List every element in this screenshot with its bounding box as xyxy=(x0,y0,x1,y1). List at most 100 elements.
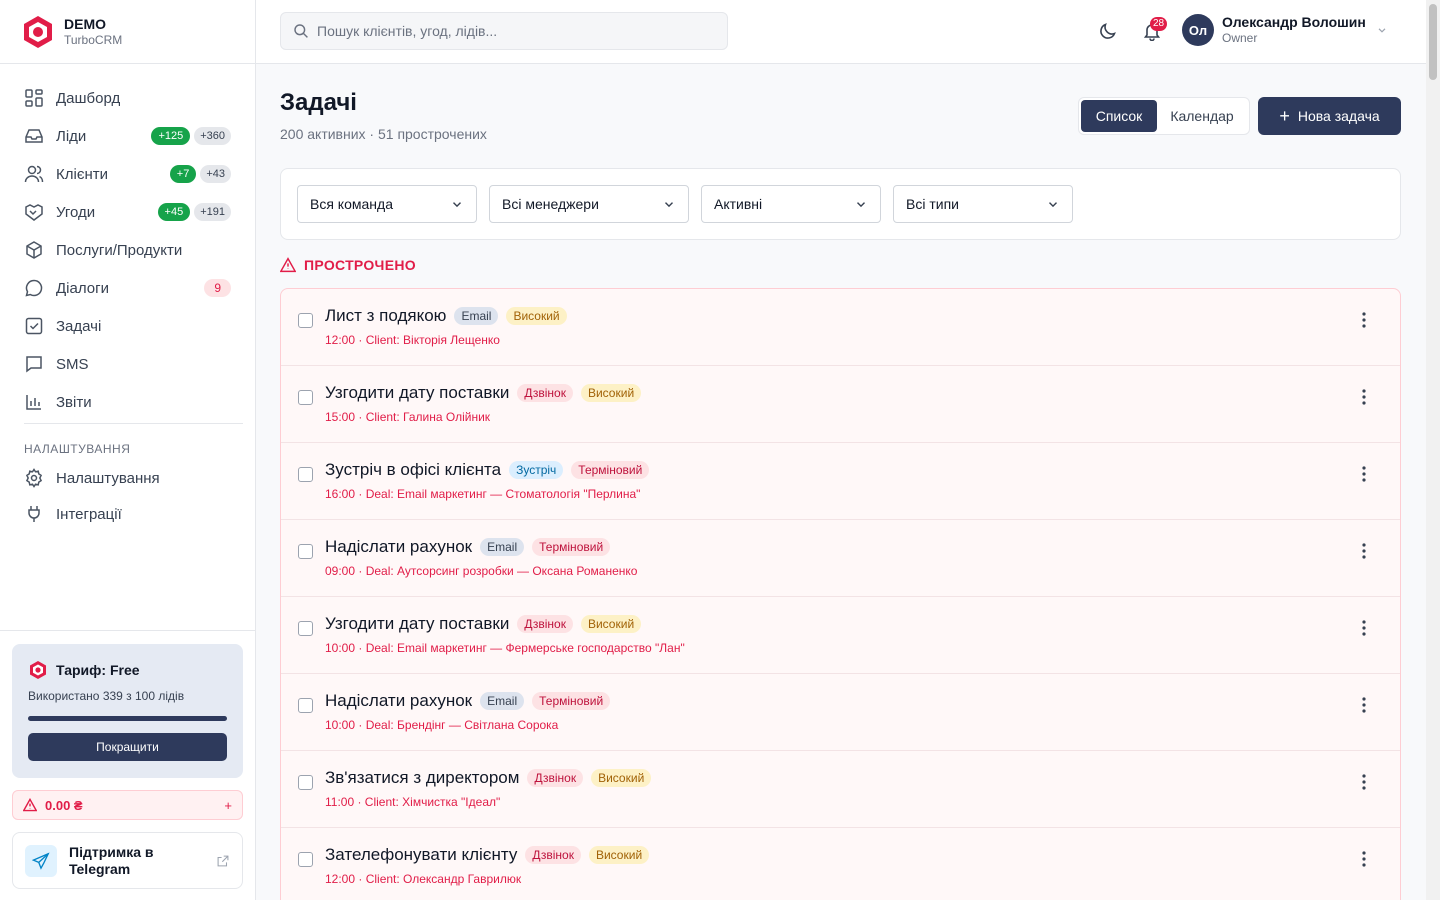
nav-item-sms[interactable]: SMS xyxy=(0,345,255,383)
task-checkbox[interactable] xyxy=(298,698,313,713)
task-checkbox[interactable] xyxy=(298,775,313,790)
status-filter-select[interactable]: Активні xyxy=(701,185,881,223)
page-scrollbar[interactable] xyxy=(1426,0,1440,900)
nav-label: Діалоги xyxy=(56,279,109,297)
dashboard-icon xyxy=(24,88,44,108)
page-subtitle: 200 активних · 51 прострочених xyxy=(280,126,487,142)
task-priority-badge: Високий xyxy=(591,769,652,787)
task-row[interactable]: Надіслати рахунок Email Терміновий 09:00… xyxy=(281,520,1400,597)
more-options-icon[interactable] xyxy=(1361,773,1367,791)
task-row[interactable]: Зателефонувати клієнту Дзвінок Високий 1… xyxy=(281,828,1400,900)
more-options-icon[interactable] xyxy=(1361,850,1367,868)
list-view-button[interactable]: Список xyxy=(1081,100,1157,132)
task-row[interactable]: Зустріч в офісі клієнта Зустріч Термінов… xyxy=(281,443,1400,520)
task-checkbox[interactable] xyxy=(298,544,313,559)
task-title[interactable]: Узгодити дату поставки xyxy=(325,383,509,403)
more-options-icon[interactable] xyxy=(1361,465,1367,483)
task-meta: 10:00 · Deal: Email маркетинг — Фермерсь… xyxy=(325,641,685,655)
nav-item-integrations[interactable]: Інтеграції xyxy=(0,496,255,532)
task-checkbox[interactable] xyxy=(298,852,313,867)
brand[interactable]: DEMO TurboCRM xyxy=(0,0,255,64)
total-count-badge: +43 xyxy=(200,165,231,183)
task-checkbox[interactable] xyxy=(298,621,313,636)
task-checkbox[interactable] xyxy=(298,467,313,482)
search-input[interactable] xyxy=(317,23,697,39)
chevron-down-icon xyxy=(857,202,865,208)
task-title-row: Узгодити дату поставки Дзвінок Високий xyxy=(325,383,649,403)
telegram-icon xyxy=(25,844,57,877)
more-options-icon[interactable] xyxy=(1361,388,1367,406)
task-priority-badge: Терміновий xyxy=(571,461,650,479)
task-checkbox[interactable] xyxy=(298,313,313,328)
type-filter-select[interactable]: Всі типи xyxy=(893,185,1073,223)
balance-bar[interactable]: 0.00 ₴ + xyxy=(12,790,243,820)
more-options-icon[interactable] xyxy=(1361,619,1367,637)
new-count-badge: +125 xyxy=(151,127,191,145)
telegram-support-link[interactable]: Підтримка в Telegram xyxy=(12,832,243,889)
nav-label: Задачі xyxy=(56,317,102,335)
nav-item-deals[interactable]: Угоди +45 +191 xyxy=(0,193,255,231)
scrollbar-thumb[interactable] xyxy=(1429,4,1437,80)
task-checkbox[interactable] xyxy=(298,390,313,405)
more-options-icon[interactable] xyxy=(1361,542,1367,560)
task-row[interactable]: Узгодити дату поставки Дзвінок Високий 1… xyxy=(281,597,1400,674)
nav-item-dashboard[interactable]: Дашборд xyxy=(0,79,255,117)
chart-icon xyxy=(24,392,44,412)
task-priority-badge: Терміновий xyxy=(532,538,611,556)
manager-filter-select[interactable]: Всі менеджери xyxy=(489,185,689,223)
calendar-view-button[interactable]: Календар xyxy=(1157,100,1247,132)
task-title[interactable]: Зв'язатися з директором xyxy=(325,768,519,788)
more-options-icon[interactable] xyxy=(1361,311,1367,329)
type-filter-value: Всі типи xyxy=(906,196,959,212)
nav-item-clients[interactable]: Клієнти +7 +43 xyxy=(0,155,255,193)
plan-title: Тариф: Free xyxy=(56,662,140,678)
task-meta: 15:00 · Client: Галина Олійник xyxy=(325,410,491,424)
top-up-button[interactable]: + xyxy=(224,798,232,813)
task-title[interactable]: Надіслати рахунок xyxy=(325,691,472,711)
notifications-button[interactable]: 28 xyxy=(1142,17,1168,44)
task-title[interactable]: Зателефонувати клієнту xyxy=(325,845,517,865)
view-toggle: Список Календар xyxy=(1078,97,1250,135)
external-link-icon xyxy=(217,855,229,866)
task-title-row: Зустріч в офісі клієнта Зустріч Термінов… xyxy=(325,460,657,480)
check-square-icon xyxy=(24,316,44,336)
task-row[interactable]: Надіслати рахунок Email Терміновий 10:00… xyxy=(281,674,1400,751)
nav-section-title: НАЛАШТУВАННЯ xyxy=(24,442,131,456)
user-role: Owner xyxy=(1222,31,1258,45)
logo-icon xyxy=(24,15,52,48)
more-options-icon[interactable] xyxy=(1361,696,1367,714)
total-count-badge: +191 xyxy=(194,203,231,221)
dark-mode-toggle-icon[interactable] xyxy=(1098,21,1118,41)
task-title[interactable]: Надіслати рахунок xyxy=(325,537,472,557)
nav-item-products[interactable]: Послуги/Продукти xyxy=(0,231,255,269)
nav-item-settings[interactable]: Налаштування xyxy=(0,460,255,496)
task-title[interactable]: Узгодити дату поставки xyxy=(325,614,509,634)
manager-filter-value: Всі менеджери xyxy=(502,196,599,212)
upgrade-button[interactable]: Покращити xyxy=(28,733,227,761)
nav-label: Звіти xyxy=(56,393,92,411)
nav-item-reports[interactable]: Звіти xyxy=(0,383,255,421)
user-menu[interactable]: Ол Олександр Волошин Owner xyxy=(1182,14,1388,46)
gear-icon xyxy=(24,468,44,488)
task-priority-badge: Високий xyxy=(506,307,567,325)
nav-item-leads[interactable]: Ліди +125 +360 xyxy=(0,117,255,155)
task-row[interactable]: Лист з подякою Email Високий 12:00 · Cli… xyxy=(281,289,1400,366)
nav-item-tasks[interactable]: Задачі xyxy=(0,307,255,345)
task-row[interactable]: Зв'язатися з директором Дзвінок Високий … xyxy=(281,751,1400,828)
team-filter-select[interactable]: Вся команда xyxy=(297,185,477,223)
task-title[interactable]: Зустріч в офісі клієнта xyxy=(325,460,501,480)
topbar: 28 Ол Олександр Волошин Owner xyxy=(256,0,1426,64)
brand-name: DEMO xyxy=(64,15,106,32)
task-row[interactable]: Узгодити дату поставки Дзвінок Високий 1… xyxy=(281,366,1400,443)
sidebar-footer: Тариф: Free Використано 339 з 100 лідів … xyxy=(0,630,255,900)
nav-label: Інтеграції xyxy=(56,505,122,523)
new-count-badge: +7 xyxy=(169,165,197,183)
task-title[interactable]: Лист з подякою xyxy=(325,306,446,326)
task-meta: 10:00 · Deal: Брендінг — Світлана Сорока xyxy=(325,718,559,732)
task-priority-badge: Терміновий xyxy=(532,692,611,710)
task-type-badge: Email xyxy=(480,538,525,556)
nav-item-dialogs[interactable]: Діалоги 9 xyxy=(0,269,255,307)
search-box[interactable] xyxy=(280,12,728,50)
new-task-button[interactable]: + Нова задача xyxy=(1258,97,1401,135)
search-icon xyxy=(294,24,308,38)
